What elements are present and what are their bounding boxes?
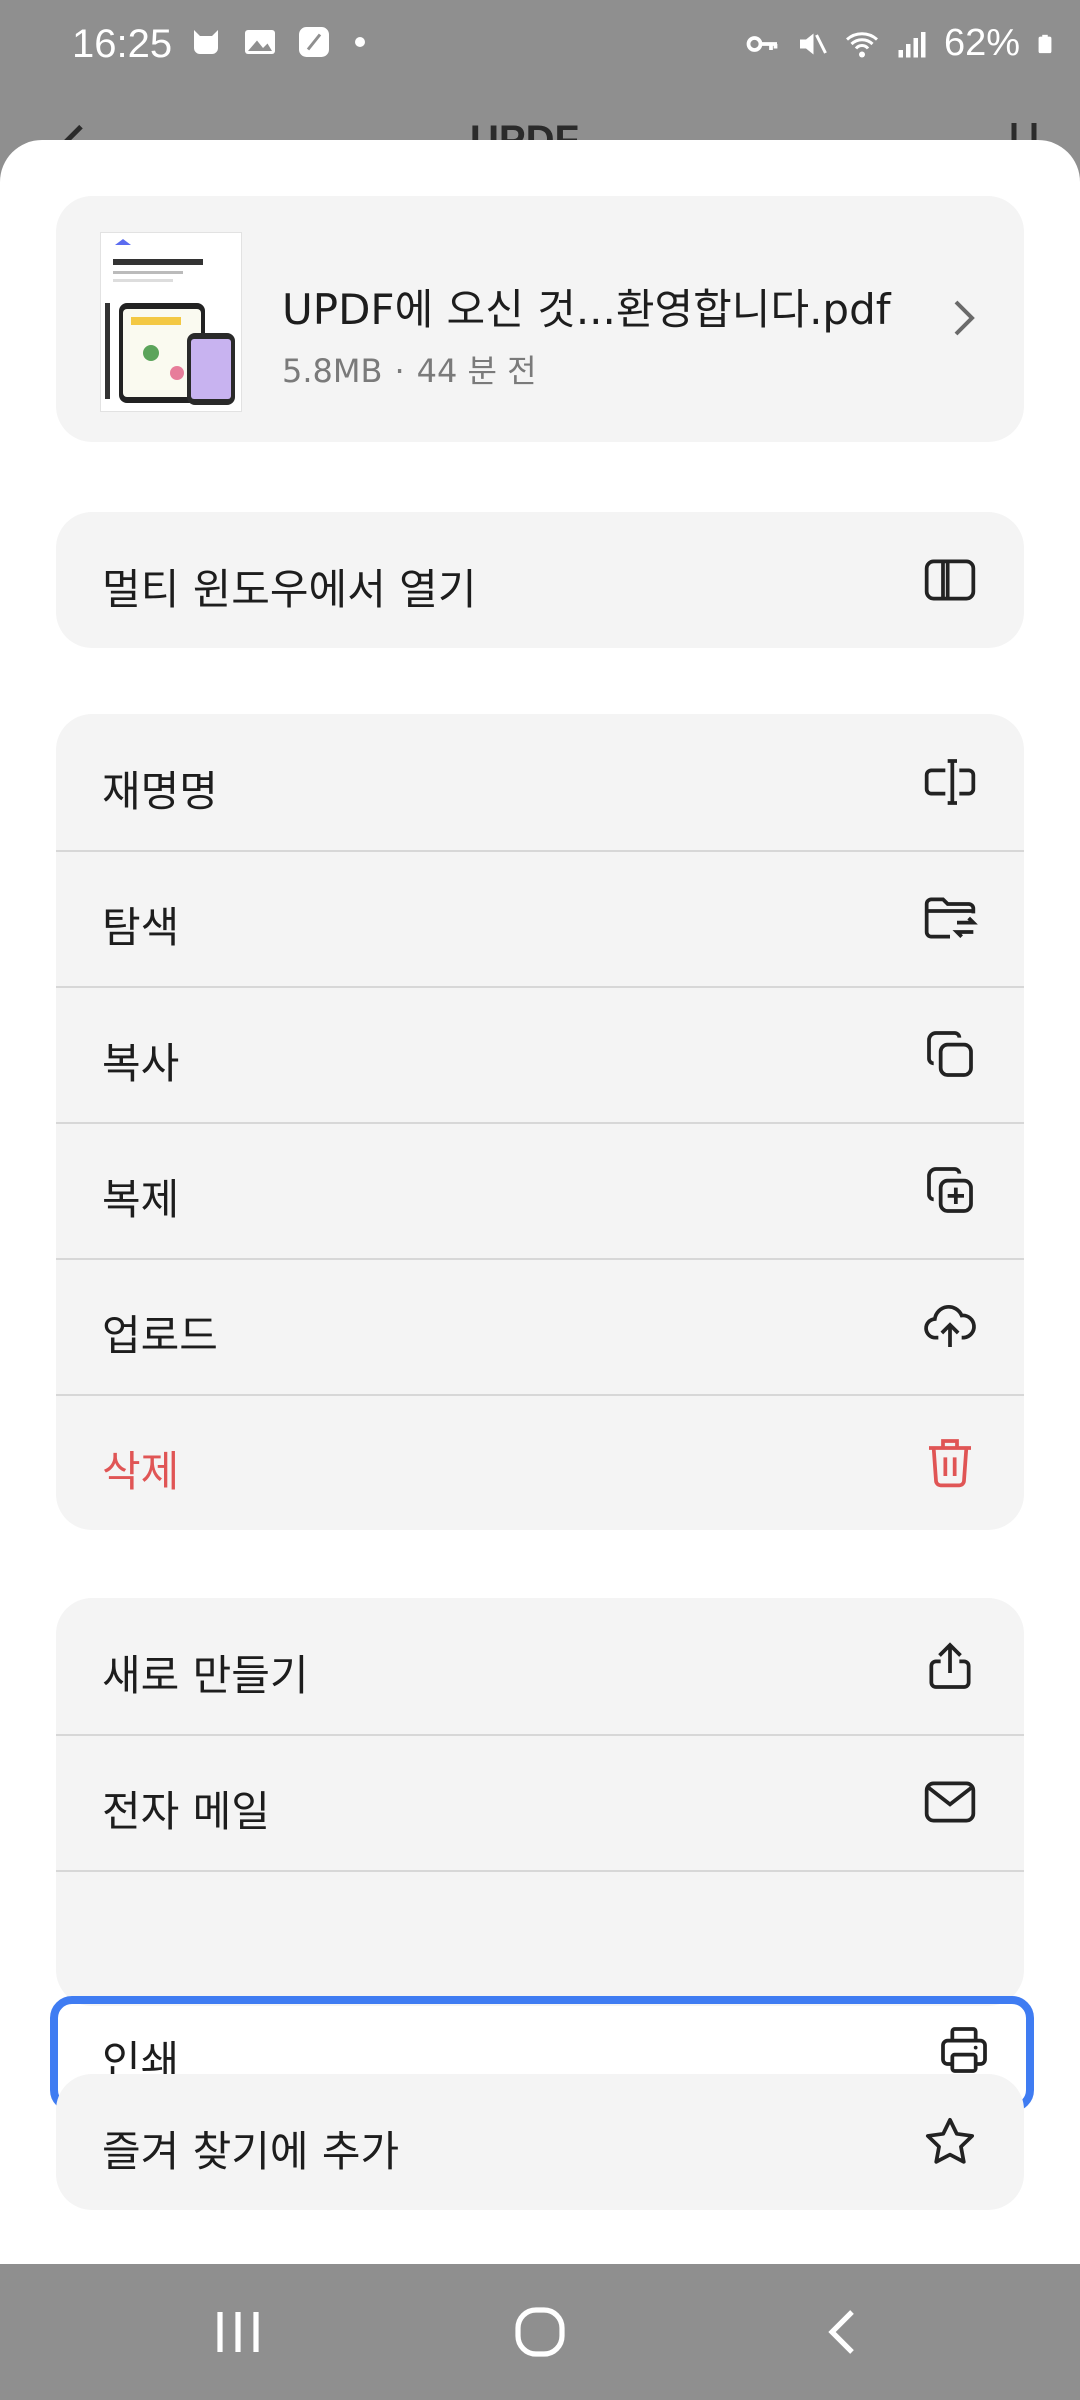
wifi-icon: [845, 31, 878, 57]
trash-icon: [929, 1439, 971, 1488]
signal-icon: [898, 31, 926, 57]
create-new-button[interactable]: 새로 만들기: [56, 1598, 1024, 1736]
add-to-favorites-label: 즐겨 찾기에 추가: [102, 2127, 400, 2176]
pdf-preview-icon: [101, 233, 241, 411]
notification-icons: [188, 24, 370, 60]
file-thumbnail: [100, 232, 242, 412]
mail-icon: [924, 1781, 976, 1823]
printer-icon: [941, 2027, 987, 2073]
open-multi-window-button[interactable]: 멀티 윈도우에서 열기: [56, 512, 1024, 648]
battery-icon: [1038, 34, 1052, 53]
home-icon[interactable]: [512, 2304, 568, 2360]
share-actions-card: 새로 만들기 전자 메일 인쇄: [50, 1598, 1034, 2112]
upload-button[interactable]: 업로드: [56, 1258, 1024, 1396]
star-icon: [925, 2117, 975, 2164]
explore-button[interactable]: 탐색: [56, 850, 1024, 988]
cat-icon: [194, 30, 218, 54]
multi-window-card: 멀티 윈도우에서 열기: [56, 512, 1024, 648]
file-meta: 5.8MB · 44 분 전: [282, 346, 537, 392]
image-icon: [245, 30, 275, 54]
vpn-key-icon: [746, 35, 778, 52]
back-icon[interactable]: [820, 2304, 864, 2360]
file-size: 5.8MB: [282, 352, 383, 390]
cloud-upload-icon: [924, 1305, 976, 1347]
mute-icon: [799, 33, 827, 54]
pen-note-icon: [299, 27, 329, 57]
file-options-sheet: UPDF에 오신 것...환영합니다.pdf 5.8MB · 44 분 전 멀티 윈…: [0, 140, 1080, 2264]
duplicate-label: 복제: [102, 1175, 180, 1224]
file-actions-card: 재명명 탐색 복사 복제 업로드 삭제: [56, 714, 1024, 1530]
favorites-card: 즐겨 찾기에 추가: [56, 2074, 1024, 2210]
battery-level: 62%: [943, 22, 1020, 64]
duplicate-icon: [927, 1167, 973, 1213]
dot-icon: [355, 37, 365, 47]
share-icon: [929, 1642, 971, 1689]
copy-icon: [927, 1031, 973, 1077]
delete-label: 삭제: [102, 1447, 180, 1496]
system-icons: 62%: [744, 22, 1056, 65]
email-button[interactable]: 전자 메일: [56, 1734, 1024, 1872]
rename-label: 재명명: [102, 767, 218, 816]
file-info-card[interactable]: UPDF에 오신 것...환영합니다.pdf 5.8MB · 44 분 전: [56, 196, 1024, 442]
meta-separator: ·: [394, 352, 405, 390]
file-name: UPDF에 오신 것...환영합니다.pdf: [282, 285, 891, 334]
rename-button[interactable]: 재명명: [56, 714, 1024, 852]
copy-button[interactable]: 복사: [56, 986, 1024, 1124]
upload-label: 업로드: [102, 1311, 218, 1360]
delete-button[interactable]: 삭제: [56, 1394, 1024, 1530]
split-window-icon: [924, 559, 976, 601]
add-to-favorites-button[interactable]: 즐겨 찾기에 추가: [56, 2074, 1024, 2210]
status-time: 16:25: [72, 22, 173, 66]
rename-icon: [924, 759, 976, 805]
open-multi-window-label: 멀티 윈도우에서 열기: [102, 565, 477, 614]
file-modified-time: 44 분 전: [416, 352, 537, 390]
explore-label: 탐색: [102, 903, 180, 952]
chevron-right-icon[interactable]: [940, 294, 988, 342]
copy-label: 복사: [102, 1039, 180, 1088]
folder-explore-icon: [924, 897, 978, 939]
status-bar: 16:25 62%: [0, 0, 1080, 92]
navigation-bar: [0, 2264, 1080, 2400]
email-label: 전자 메일: [102, 1787, 270, 1836]
duplicate-button[interactable]: 복제: [56, 1122, 1024, 1260]
create-new-label: 새로 만들기: [102, 1651, 309, 1700]
recent-apps-icon[interactable]: [212, 2304, 264, 2360]
